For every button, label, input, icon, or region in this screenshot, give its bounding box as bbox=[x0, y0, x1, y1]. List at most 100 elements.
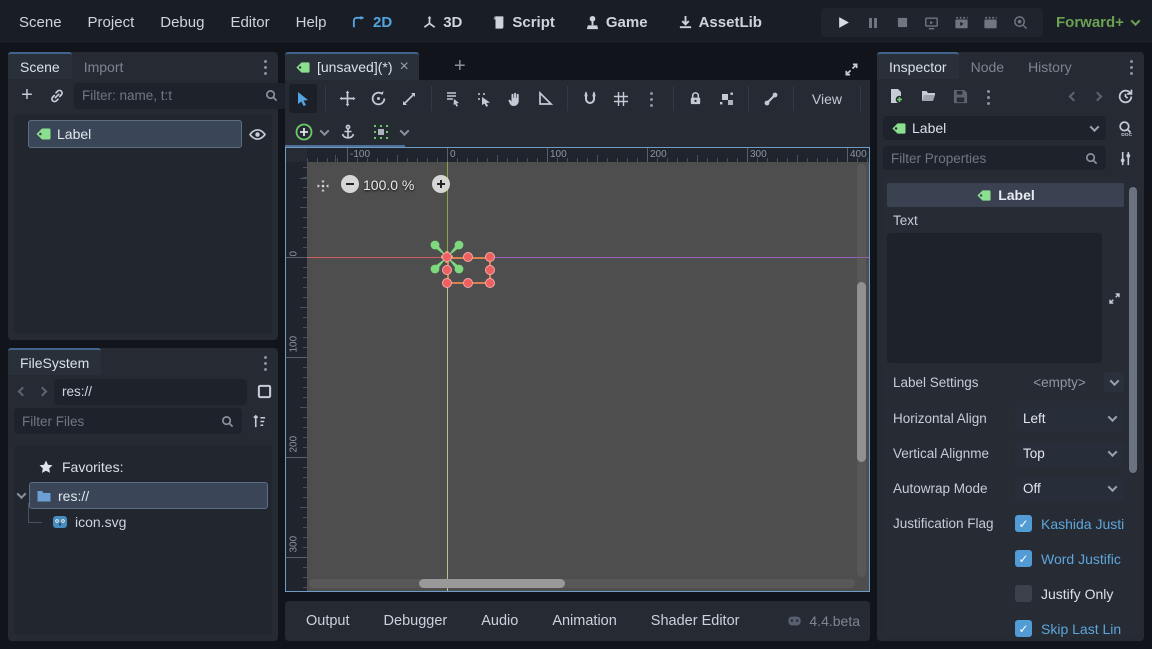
menu-scene[interactable]: Scene bbox=[6, 14, 75, 31]
file-row-icon-svg[interactable]: icon.svg bbox=[28, 509, 268, 535]
scene-dock-menu-button[interactable] bbox=[256, 54, 274, 78]
close-icon[interactable]: × bbox=[399, 59, 408, 75]
skeleton-options-button[interactable] bbox=[757, 84, 785, 113]
label-settings-dropdown-button[interactable] bbox=[1104, 372, 1124, 392]
renderer-selector[interactable]: Forward+ bbox=[1056, 0, 1139, 44]
play-button[interactable] bbox=[835, 14, 853, 32]
flag-word-justification[interactable]: ✓ Word Justific bbox=[1015, 541, 1124, 576]
autowrap-mode-dropdown[interactable]: Off bbox=[1015, 477, 1124, 501]
horizontal-scrollbar[interactable] bbox=[309, 579, 855, 588]
scene-filter-field[interactable] bbox=[74, 83, 286, 109]
horizontal-scrollbar-thumb[interactable] bbox=[419, 579, 565, 588]
expand-viewport-button[interactable] bbox=[838, 56, 864, 82]
tab-filesystem[interactable]: FileSystem bbox=[8, 348, 101, 375]
property-filter-input[interactable] bbox=[891, 151, 1079, 166]
inspector-menu-button[interactable] bbox=[1122, 54, 1140, 78]
history-back-button[interactable] bbox=[14, 379, 30, 405]
flag-justify-only[interactable]: Justify Only bbox=[1015, 576, 1124, 611]
view-menu-button[interactable]: View bbox=[802, 84, 852, 113]
checkbox-checked-icon[interactable]: ✓ bbox=[1015, 620, 1032, 637]
workspace-2d[interactable]: 2D bbox=[352, 14, 392, 31]
resource-menu-button[interactable] bbox=[979, 84, 997, 108]
tab-history[interactable]: History bbox=[1016, 52, 1084, 79]
resize-handle-tl[interactable] bbox=[442, 252, 452, 262]
path-input[interactable] bbox=[62, 384, 239, 399]
file-filter-input[interactable] bbox=[22, 414, 215, 429]
add-scene-tab-button[interactable]: + bbox=[447, 53, 473, 79]
move-tool-button[interactable] bbox=[334, 84, 362, 113]
zoom-out-button[interactable] bbox=[341, 175, 359, 193]
play-scene-button[interactable] bbox=[923, 14, 941, 32]
lock-object-button[interactable] bbox=[682, 84, 710, 113]
scene-tree-node-label[interactable]: Label bbox=[28, 120, 242, 148]
bottom-tab-debugger[interactable]: Debugger bbox=[384, 613, 448, 629]
tab-node[interactable]: Node bbox=[959, 52, 1016, 79]
path-field[interactable] bbox=[54, 379, 247, 405]
stop-button[interactable] bbox=[894, 14, 912, 32]
save-resource-button[interactable] bbox=[947, 83, 973, 109]
add-node-button[interactable]: + bbox=[14, 83, 40, 109]
resize-handle-br[interactable] bbox=[485, 278, 495, 288]
play-custom-scene-button[interactable] bbox=[952, 14, 970, 32]
load-resource-button[interactable] bbox=[915, 83, 941, 109]
resize-handle-tr[interactable] bbox=[485, 252, 495, 262]
tab-import[interactable]: Import bbox=[72, 52, 136, 79]
menu-help[interactable]: Help bbox=[283, 14, 340, 31]
resize-handle-l[interactable] bbox=[442, 265, 452, 275]
center-view-button[interactable] bbox=[313, 176, 333, 196]
bottom-tab-output[interactable]: Output bbox=[306, 613, 350, 629]
snap-options-menu-button[interactable] bbox=[637, 84, 665, 113]
visibility-toggle-eye-icon[interactable] bbox=[246, 123, 268, 145]
workspace-3d[interactable]: 3D bbox=[422, 14, 462, 31]
label-settings-value[interactable]: <empty> bbox=[1015, 375, 1104, 390]
menu-debug[interactable]: Debug bbox=[147, 14, 217, 31]
resize-handle-bl[interactable] bbox=[442, 278, 452, 288]
node-selector[interactable]: Label bbox=[883, 116, 1106, 140]
bottom-tab-audio[interactable]: Audio bbox=[481, 613, 518, 629]
property-tools-button[interactable] bbox=[1112, 145, 1138, 171]
movie-maker-button[interactable] bbox=[1011, 14, 1029, 32]
instance-scene-button[interactable] bbox=[44, 83, 70, 109]
checkbox-checked-icon[interactable]: ✓ bbox=[1015, 515, 1032, 532]
workspace-assetlib[interactable]: AssetLib bbox=[678, 14, 762, 31]
workspace-script[interactable]: Script bbox=[492, 14, 555, 31]
new-resource-button[interactable] bbox=[883, 83, 909, 109]
menu-project[interactable]: Project bbox=[75, 14, 148, 31]
resize-handle-r[interactable] bbox=[485, 265, 495, 275]
res-folder-selected[interactable]: res:// bbox=[29, 482, 268, 509]
select-tool-button[interactable] bbox=[289, 84, 317, 113]
resize-handle-b[interactable] bbox=[463, 278, 473, 288]
flag-skip-last-line[interactable]: ✓ Skip Last Lin bbox=[1015, 611, 1124, 637]
collapse-arrow-icon[interactable] bbox=[17, 489, 27, 499]
play-movie-button[interactable] bbox=[982, 14, 1000, 32]
scale-tool-button[interactable] bbox=[395, 84, 423, 113]
inspector-history-button[interactable] bbox=[1112, 83, 1138, 109]
add-control-icon[interactable] bbox=[294, 119, 314, 145]
chevron-down-icon[interactable] bbox=[320, 126, 330, 136]
rotate-tool-button[interactable] bbox=[364, 84, 392, 113]
flag-kashida-justification[interactable]: ✓ Kashida Justi bbox=[1015, 506, 1124, 541]
grid-snap-button[interactable] bbox=[607, 84, 635, 113]
resize-handle-t[interactable] bbox=[463, 252, 473, 262]
history-forward-button[interactable] bbox=[34, 379, 50, 405]
chevron-down-icon[interactable] bbox=[400, 126, 410, 136]
workspace-game[interactable]: Game bbox=[585, 14, 648, 31]
property-filter-field[interactable] bbox=[883, 146, 1106, 170]
bottom-tab-shader-editor[interactable]: Shader Editor bbox=[651, 613, 740, 629]
group-object-button[interactable] bbox=[713, 84, 741, 113]
sort-files-button[interactable] bbox=[246, 408, 272, 434]
vertical-align-dropdown[interactable]: Top bbox=[1015, 442, 1124, 466]
split-view-button[interactable] bbox=[251, 379, 277, 405]
favorites-row[interactable]: Favorites: bbox=[38, 455, 268, 479]
select-region-button[interactable] bbox=[440, 84, 468, 113]
horizontal-align-dropdown[interactable]: Left bbox=[1015, 407, 1124, 431]
ruler-tool-button[interactable] bbox=[532, 84, 560, 113]
tab-inspector[interactable]: Inspector bbox=[877, 52, 959, 79]
res-folder-row[interactable]: res:// bbox=[18, 482, 268, 509]
inspector-forward-button[interactable] bbox=[1088, 83, 1106, 109]
checkbox-checked-icon[interactable]: ✓ bbox=[1015, 550, 1032, 567]
text-property-textarea[interactable] bbox=[887, 233, 1102, 363]
anchor-preset-icon[interactable] bbox=[335, 119, 361, 145]
container-sizing-icon[interactable] bbox=[368, 119, 394, 145]
snap-pixel-button[interactable] bbox=[470, 84, 498, 113]
